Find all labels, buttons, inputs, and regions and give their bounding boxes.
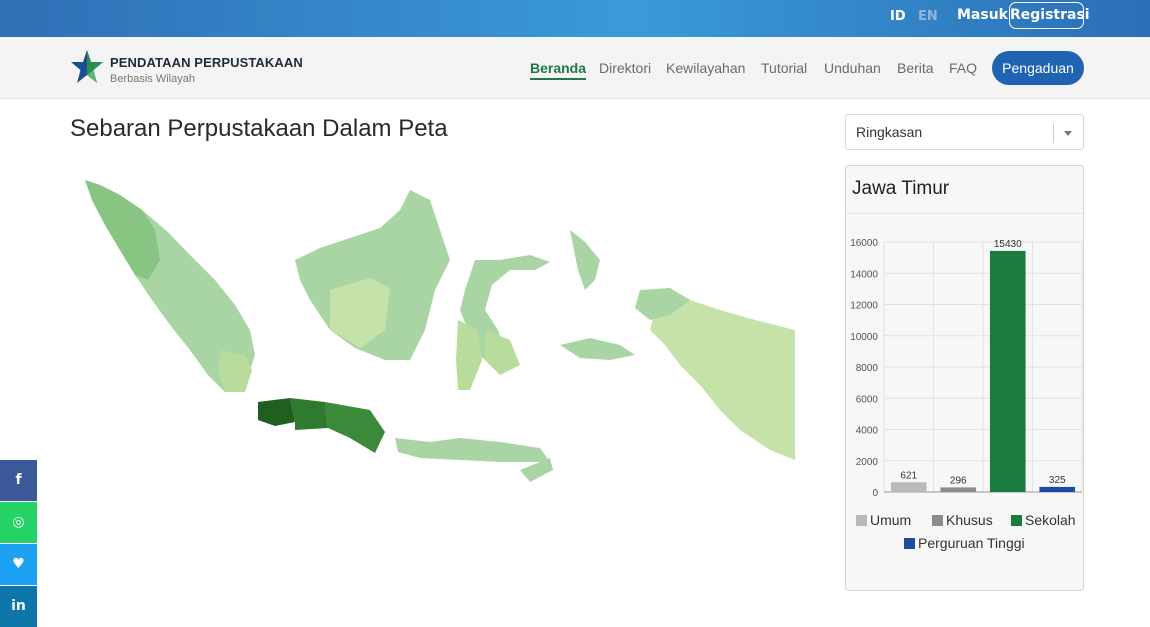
y-tick-label: 0 (872, 488, 878, 499)
linkedin-icon[interactable]: in (0, 586, 37, 627)
main-navbar: PENDATAAN PERPUSTAKAAN Berbasis Wilayah … (0, 37, 1150, 99)
summary-select[interactable]: Ringkasan (845, 114, 1084, 150)
language-en-link[interactable]: EN (918, 9, 938, 24)
legend-swatch (904, 538, 915, 549)
legend-swatch (932, 515, 943, 526)
page-title: Sebaran Perpustakaan Dalam Peta (70, 115, 448, 142)
legend-item-khusus[interactable]: Khusus (932, 512, 993, 528)
nav-unduhan[interactable]: Unduhan (824, 60, 881, 76)
province-panel: Jawa Timur 0 2000 4000 6000 8000 10000 12000 14… (845, 165, 1084, 591)
panel-divider (846, 213, 1083, 214)
facebook-icon[interactable]: f (0, 460, 37, 501)
map-region-nusa-tenggara[interactable] (395, 438, 550, 462)
top-bar: ID EN Masuk Registrasi (0, 0, 1150, 37)
legend-label: Khusus (946, 512, 993, 528)
bar-value-label: 296 (950, 475, 967, 486)
twitter-icon[interactable]: ♥ (0, 544, 37, 585)
nav-direktori[interactable]: Direktori (599, 60, 651, 76)
bar-perguruan-tinggi[interactable] (1039, 486, 1076, 492)
y-tick-label: 6000 (856, 394, 879, 405)
legend-swatch (1011, 515, 1022, 526)
map-region-java-central[interactable] (290, 398, 328, 430)
y-tick-label: 2000 (856, 457, 879, 468)
bar-value-label: 621 (900, 470, 917, 481)
legend-swatch (856, 515, 867, 526)
bar-value-label: 15430 (994, 239, 1022, 250)
select-separator (1053, 123, 1054, 143)
y-tick-label: 8000 (856, 363, 879, 374)
legend-item-perguruan-tinggi[interactable]: Perguruan Tinggi (904, 535, 1025, 551)
bar-umum[interactable] (890, 482, 927, 492)
y-tick-label: 12000 (850, 301, 878, 312)
y-tick-label: 16000 (850, 238, 878, 249)
brand-title[interactable]: PENDATAAN PERPUSTAKAAN (110, 55, 303, 70)
nav-kewilayahan[interactable]: Kewilayahan (666, 60, 745, 76)
y-tick-label: 10000 (850, 332, 878, 343)
map-region-java-west[interactable] (258, 398, 295, 426)
map-region-sulawesi-southeast[interactable] (485, 330, 520, 375)
map-region-papua[interactable] (650, 300, 795, 460)
map-region-java-east[interactable] (325, 402, 385, 453)
panel-title: Jawa Timur (852, 178, 950, 199)
complaint-button[interactable]: Pengaduan (992, 51, 1084, 85)
y-tick-label: 14000 (850, 269, 878, 280)
bar-value-label: 325 (1049, 475, 1066, 486)
login-link[interactable]: Masuk (957, 7, 1008, 23)
register-button[interactable]: Registrasi (1009, 2, 1090, 29)
map-region-maluku[interactable] (570, 230, 600, 290)
library-bar-chart: 0 2000 4000 6000 8000 10000 12000 14000 16000 621… (850, 238, 1083, 499)
bar-khusus[interactable] (940, 487, 977, 492)
whatsapp-icon[interactable]: ◎ (0, 502, 37, 543)
nav-faq[interactable]: FAQ (949, 60, 977, 76)
legend-item-umum[interactable]: Umum (856, 512, 911, 528)
star-icon[interactable] (70, 49, 104, 87)
y-tick-label: 4000 (856, 426, 879, 437)
legend-label: Perguruan Tinggi (918, 535, 1025, 551)
nav-tutorial[interactable]: Tutorial (761, 60, 807, 76)
legend-label: Sekolah (1025, 512, 1076, 528)
chevron-down-icon[interactable] (1064, 131, 1072, 136)
map-region-aceh[interactable] (85, 180, 160, 280)
indonesia-map[interactable] (80, 170, 795, 500)
nav-beranda[interactable]: Beranda (530, 60, 587, 80)
bar-sekolah[interactable] (989, 250, 1026, 492)
language-id-link[interactable]: ID (890, 9, 906, 24)
summary-select-value: Ringkasan (856, 124, 923, 140)
map-region-maluku-south[interactable] (560, 338, 635, 360)
nav-berita[interactable]: Berita (897, 60, 934, 76)
legend-item-sekolah[interactable]: Sekolah (1011, 512, 1076, 528)
legend-label: Umum (870, 512, 912, 528)
brand-subtitle: Berbasis Wilayah (110, 73, 195, 85)
